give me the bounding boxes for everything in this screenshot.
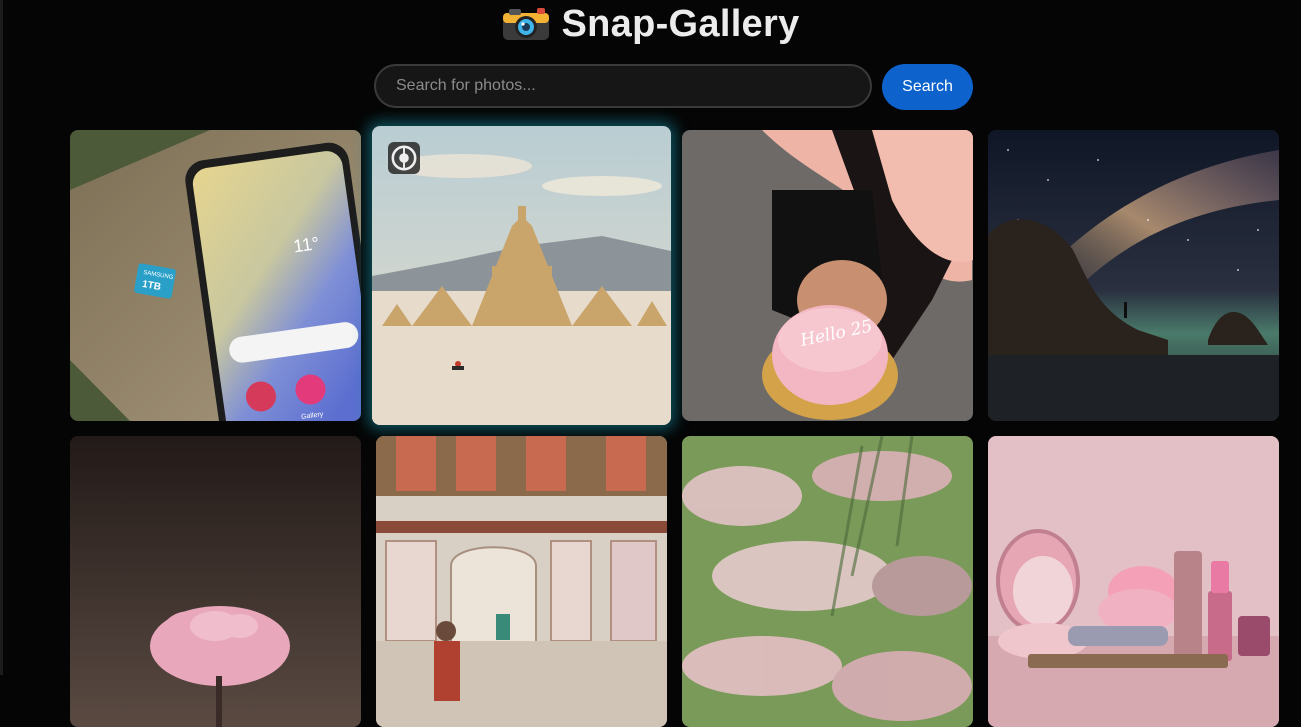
- image-icon: 11° Gallery SAMSUNG 1TB: [70, 130, 361, 421]
- photo-card-hovered[interactable]: [372, 126, 671, 425]
- photo-card[interactable]: [988, 130, 1279, 421]
- photo-card[interactable]: 11° Gallery SAMSUNG 1TB: [70, 130, 361, 421]
- window-edge: [0, 0, 3, 675]
- app-header: Snap-Gallery: [0, 0, 1301, 48]
- camera-icon: [501, 6, 551, 42]
- photo-card[interactable]: [70, 436, 361, 727]
- photo-card[interactable]: [682, 436, 973, 727]
- search-bar: Search: [374, 64, 973, 110]
- lens-icon[interactable]: [388, 142, 420, 174]
- image-icon: Hello 25: [682, 130, 973, 421]
- image-icon: [70, 436, 361, 727]
- photo-card[interactable]: [988, 436, 1279, 727]
- phone-weather-text: 11°: [292, 233, 320, 256]
- search-button[interactable]: Search: [882, 64, 973, 110]
- image-icon: [682, 436, 973, 727]
- image-icon: [988, 436, 1279, 727]
- image-icon: [988, 130, 1279, 421]
- page-title: Snap-Gallery: [561, 2, 800, 45]
- photo-card[interactable]: [376, 436, 667, 727]
- image-icon: [376, 436, 667, 727]
- photo-card[interactable]: Hello 25: [682, 130, 973, 421]
- search-input[interactable]: [374, 64, 872, 108]
